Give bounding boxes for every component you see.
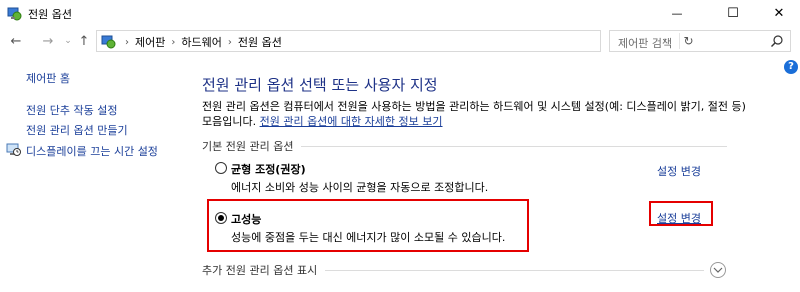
divider	[325, 269, 704, 271]
breadcrumb-separator-icon[interactable]: ›	[228, 37, 232, 48]
chevron-down-icon: ⌄	[64, 36, 72, 46]
sidebar-item-display-off[interactable]: 디스플레이를 끄는 시간 설정	[26, 143, 158, 159]
power-options-icon	[7, 7, 22, 21]
page-description: 전원 관리 옵션은 컴퓨터에서 전원을 사용하는 방법을 관리하는 하드웨어 및…	[202, 99, 758, 129]
breadcrumb-separator-icon: ›	[125, 36, 129, 48]
display-clock-icon	[6, 143, 21, 156]
forward-button[interactable]: →	[40, 32, 56, 50]
back-arrow-icon: ←	[10, 33, 22, 49]
maximize-button[interactable]: ☐	[710, 0, 756, 26]
highlight-box-link	[649, 201, 713, 226]
plan-name[interactable]: 균형 조정(권장)	[231, 161, 306, 177]
breadcrumb-separator-icon[interactable]: ›	[171, 37, 175, 48]
window-title: 전원 옵션	[28, 8, 72, 21]
more-info-link[interactable]: 전원 관리 옵션에 대한 자세한 정보 보기	[260, 115, 443, 128]
back-button[interactable]: ←	[8, 32, 24, 50]
sidebar-item-power-button[interactable]: 전원 단추 작동 설정	[26, 102, 117, 118]
highlight-box-plan	[207, 199, 529, 252]
power-options-icon	[101, 35, 116, 49]
breadcrumb-item[interactable]: 하드웨어	[181, 34, 221, 50]
group-label: 기본 전원 관리 옵션	[202, 140, 294, 153]
breadcrumb-item[interactable]: 제어판	[135, 34, 165, 50]
change-settings-link-balanced[interactable]: 설정 변경	[657, 163, 701, 179]
group-header: 기본 전원 관리 옵션	[202, 139, 727, 153]
forward-arrow-icon: →	[42, 33, 54, 49]
help-icon[interactable]: ?	[784, 60, 798, 74]
up-arrow-icon: ↑	[78, 33, 90, 49]
show-more-plans[interactable]: 추가 전원 관리 옵션 표시	[202, 262, 726, 278]
plan-description: 에너지 소비와 성능 사이의 균형을 자동으로 조정합니다.	[231, 181, 489, 194]
recent-locations-button[interactable]: ⌄	[60, 32, 76, 50]
more-plans-label[interactable]: 추가 전원 관리 옵션 표시	[202, 262, 317, 278]
search-input[interactable]: 제어판 검색	[609, 30, 791, 52]
breadcrumb: › 제어판 › 하드웨어 › 전원 옵션	[119, 34, 282, 50]
close-button[interactable]: ✕	[756, 0, 800, 26]
search-placeholder: 제어판 검색	[618, 37, 673, 50]
chevron-down-icon[interactable]	[710, 262, 726, 278]
close-icon: ✕	[773, 5, 785, 21]
radio-balanced[interactable]	[215, 162, 227, 174]
search-icon	[771, 35, 783, 47]
maximize-icon: ☐	[727, 5, 739, 21]
sidebar-item-create-plan[interactable]: 전원 관리 옵션 만들기	[26, 122, 128, 138]
breadcrumb-item[interactable]: 전원 옵션	[238, 34, 282, 50]
address-box[interactable]: › 제어판 › 하드웨어 › 전원 옵션 ⌄ ↻	[96, 30, 694, 52]
sidebar-item-home[interactable]: 제어판 홈	[26, 70, 70, 86]
page-title: 전원 관리 옵션 선택 또는 사용자 지정	[202, 76, 438, 94]
navigation-bar: ← → ⌄ ↑ › 제어판 › 하드웨어 › 전원 옵션 ⌄ ↻ 제어판 검색	[0, 26, 800, 56]
up-button[interactable]: ↑	[76, 32, 92, 50]
minimize-button[interactable]: —	[654, 0, 700, 26]
minimize-icon: —	[671, 6, 683, 20]
divider	[301, 145, 727, 147]
title-bar: 전원 옵션 — ☐ ✕	[0, 0, 800, 26]
